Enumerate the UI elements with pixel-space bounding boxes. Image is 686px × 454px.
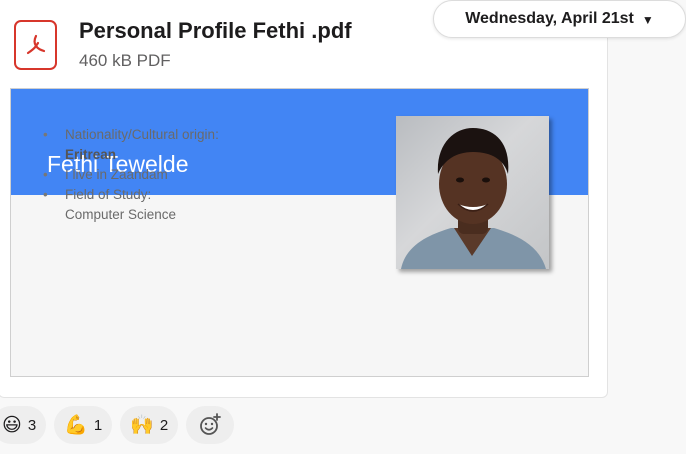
bullet-label: Field of Study: [65,187,152,202]
flexed-biceps-icon: 💪 [64,413,88,436]
reaction-count: 2 [159,416,169,434]
reaction-bar: 😃 3 💪 1 🙌 2 [0,406,235,444]
grinning-face-icon: 😃 [2,413,22,436]
file-name-link[interactable]: Personal Profile Fethi .pdf [79,18,352,44]
file-meta: 460 kB PDF [79,51,171,70]
bullet-value: Eritrean [65,147,117,162]
bullet-label: Nationality/Cultural origin: [65,127,219,142]
chevron-down-icon: ▼ [641,13,654,27]
file-message-card[interactable]: Personal Profile Fethi .pdf 460 kB PDF F… [0,0,608,398]
reaction-grinning-face[interactable]: 😃 3 [0,406,47,444]
reaction-count: 1 [93,416,103,434]
profile-bullet-list: Nationality/Cultural origin: Eritrean I … [43,125,219,225]
reaction-count: 3 [27,416,37,434]
list-item: Field of Study: Computer Science [43,185,219,225]
reaction-flexed-biceps[interactable]: 💪 1 [54,406,113,444]
raising-hands-icon: 🙌 [130,413,154,436]
reaction-raising-hands[interactable]: 🙌 2 [120,406,179,444]
date-divider-button[interactable]: Wednesday, April 21st ▼ [433,0,686,38]
profile-photo [396,116,549,269]
list-item: I live in Zaandam [43,165,219,185]
list-item: Nationality/Cultural origin: Eritrean [43,125,219,165]
add-reaction-button[interactable] [186,406,235,444]
date-label: Wednesday, April 21st [465,10,634,27]
pdf-file-icon [14,20,57,70]
bullet-value: Computer Science [65,207,177,222]
bullet-label: I live in Zaandam [65,167,168,182]
add-reaction-icon [200,413,222,435]
